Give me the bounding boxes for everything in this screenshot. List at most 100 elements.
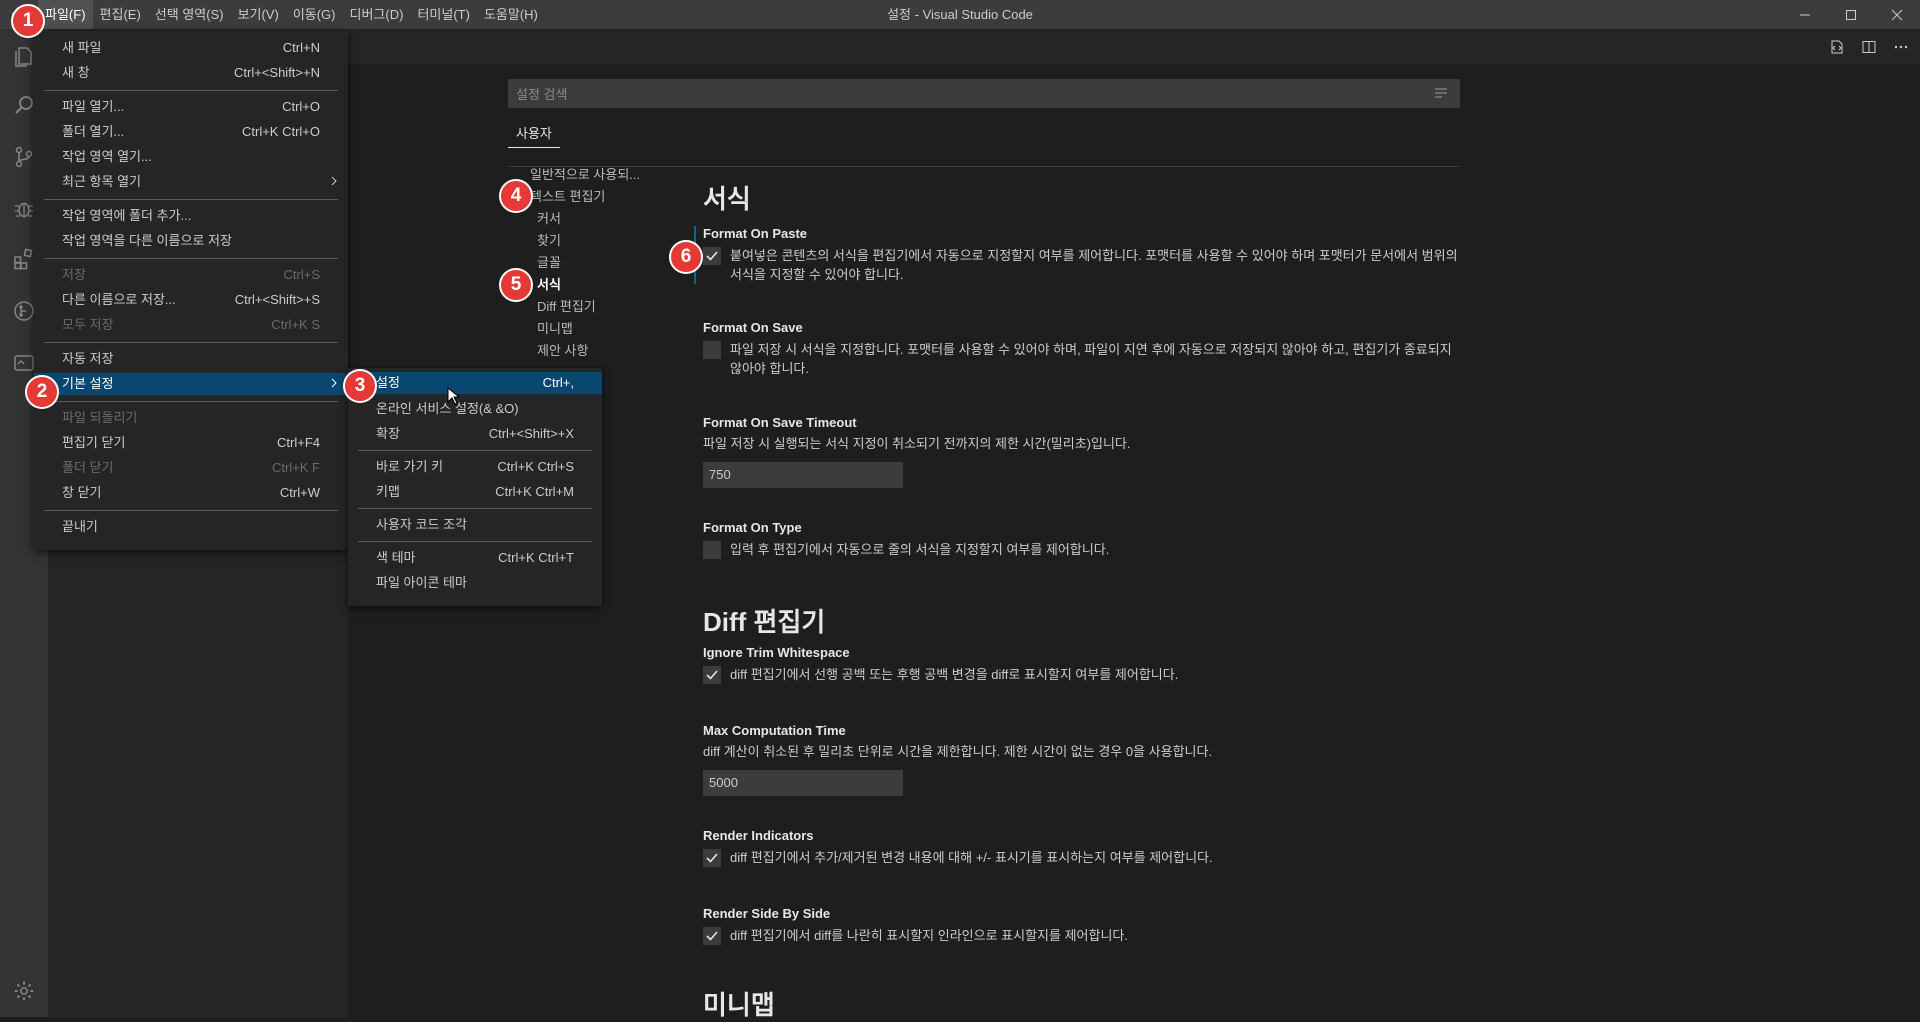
menu-separator <box>44 258 338 259</box>
menu-item-user-snippets[interactable]: 사용자 코드 조각 <box>348 514 602 536</box>
setting-name: Ignore Trim Whitespace <box>703 645 850 660</box>
menu-separator <box>44 342 338 343</box>
checkbox[interactable] <box>703 849 721 867</box>
section-title-minimap: 미니맵 <box>703 990 775 1020</box>
menu-selection[interactable]: 선택 영역(S) <box>148 0 231 29</box>
timeout-input[interactable]: 750 <box>703 462 903 488</box>
menu-item-extensions[interactable]: 확장 Ctrl+<Shift>+X <box>348 423 602 445</box>
menu-item-open-folder[interactable]: 폴더 열기... Ctrl+K Ctrl+O <box>34 121 348 143</box>
filter-icon[interactable] <box>1434 87 1448 102</box>
menu-item-save-workspace-as[interactable]: 작업 영역을 다른 이름으로 저장 <box>34 230 348 252</box>
open-settings-json-icon[interactable] <box>1828 38 1846 56</box>
menu-item-save-all[interactable]: 모두 저장 Ctrl+K S <box>34 314 348 336</box>
menu-item-keyboard-shortcuts[interactable]: 바로 가기 키 Ctrl+K Ctrl+S <box>348 456 602 478</box>
settings-search-input[interactable]: 설정 검색 <box>508 79 1460 108</box>
setting-name: Render Indicators <box>703 828 814 843</box>
menu-item-keymaps[interactable]: 키맵 Ctrl+K Ctrl+M <box>348 481 602 503</box>
menu-item-color-theme[interactable]: 색 테마 Ctrl+K Ctrl+T <box>348 547 602 569</box>
maximize-icon[interactable] <box>1828 0 1874 29</box>
editor-tab-bar <box>348 29 1920 64</box>
toc-font[interactable]: 글꼴 <box>537 254 561 272</box>
setting-name: Format On Save Timeout <box>703 415 857 430</box>
menu-item-close-window[interactable]: 창 닫기 Ctrl+W <box>34 482 348 504</box>
menu-separator <box>44 90 338 91</box>
checkbox[interactable] <box>703 541 721 559</box>
setting-format-on-save: Format On Save 파일 저장 시 서식을 지정합니다. 포맷터를 사… <box>703 320 1460 378</box>
menu-item-online-services-settings[interactable]: 온라인 서비스 설정(& &O) <box>348 398 602 420</box>
menu-item-new-window[interactable]: 새 창 Ctrl+<Shift>+N <box>34 62 348 84</box>
menu-item-add-folder-to-workspace[interactable]: 작업 영역에 폴더 추가... <box>34 205 348 227</box>
setting-description: 파일 저장 시 서식을 지정합니다. 포맷터를 사용할 수 있어야 하며, 파일… <box>730 342 1452 376</box>
setting-name: Format On Save <box>703 320 803 335</box>
split-editor-icon[interactable] <box>1860 38 1878 56</box>
annotation-badge: 2 <box>25 375 59 409</box>
annotation-badge: 3 <box>343 369 377 403</box>
toc-find[interactable]: 찾기 <box>537 232 561 250</box>
setting-name: Format On Paste <box>703 226 808 241</box>
menu-separator <box>358 541 592 542</box>
search-placeholder: 설정 검색 <box>516 87 568 102</box>
menu-item-save[interactable]: 저장 Ctrl+S <box>34 264 348 286</box>
setting-format-on-paste: Format On Paste 붙여넣은 콘텐츠의 서식을 편집기에서 자동으로… <box>703 226 1460 284</box>
menu-item-exit[interactable]: 끝내기 <box>34 516 348 538</box>
chevron-right-icon <box>330 373 338 395</box>
settings-tabs: 사용자 <box>508 120 1460 167</box>
toc-diff-editor[interactable]: Diff 편집기 <box>537 298 596 316</box>
menu-help[interactable]: 도움말(H) <box>477 0 545 29</box>
setting-max-computation-time: Max Computation Time diff 계산이 취소된 후 밀리초 … <box>703 723 1460 796</box>
setting-description: diff 편집기에서 선행 공백 또는 후행 공백 변경을 diff로 표시할지… <box>730 667 1179 682</box>
menu-separator <box>358 508 592 509</box>
menu-item-new-file[interactable]: 새 파일 Ctrl+N <box>34 37 348 59</box>
minimize-icon[interactable] <box>1782 0 1828 29</box>
annotation-badge: 1 <box>11 4 45 38</box>
menu-item-close-folder[interactable]: 폴더 닫기 Ctrl+K F <box>34 457 348 479</box>
setting-description: diff 계산이 취소된 후 밀리초 단위로 시간을 제한합니다. 제한 시간이… <box>703 744 1213 759</box>
menu-item-revert-file[interactable]: 파일 되돌리기 <box>34 407 348 429</box>
toc-cursor[interactable]: 커서 <box>537 210 561 228</box>
setting-format-on-save-timeout: Format On Save Timeout 파일 저장 시 실행되는 서식 지… <box>703 415 1460 488</box>
menu-item-auto-save[interactable]: 자동 저장 <box>34 348 348 370</box>
checkbox[interactable] <box>703 341 721 359</box>
menu-item-save-as[interactable]: 다른 이름으로 저장... Ctrl+<Shift>+S <box>34 289 348 311</box>
checkbox[interactable] <box>703 666 721 684</box>
section-title-diff-editor: Diff 편집기 <box>703 607 826 637</box>
menu-item-preferences[interactable]: 기본 설정 <box>34 373 348 395</box>
preferences-submenu: 설정 Ctrl+, 온라인 서비스 설정(& &O) 확장 Ctrl+<Shift>… <box>348 368 602 606</box>
toc-text-editor[interactable]: 텍스트 편집기 <box>530 188 605 206</box>
menu-edit[interactable]: 편집(E) <box>93 0 148 29</box>
menu-item-open-recent[interactable]: 최근 항목 열기 <box>34 171 348 193</box>
gear-icon[interactable] <box>0 967 48 1015</box>
setting-ignore-trim-whitespace: Ignore Trim Whitespace diff 편집기에서 선행 공백 … <box>703 645 1460 684</box>
toc-commonly-used[interactable]: 일반적으로 사용되... <box>530 166 640 184</box>
setting-description: 입력 후 편집기에서 자동으로 줄의 서식을 지정할지 여부를 제어합니다. <box>730 542 1110 557</box>
menu-separator <box>358 450 592 451</box>
menu-item-file-icon-theme[interactable]: 파일 아이콘 테마 <box>348 572 602 594</box>
setting-name: Format On Type <box>703 520 802 535</box>
annotation-badge: 5 <box>499 268 533 302</box>
close-icon[interactable] <box>1874 0 1920 29</box>
setting-description: diff 편집기에서 추가/제거된 변경 내용에 대해 +/- 표시기를 표시하… <box>730 850 1213 865</box>
more-actions-icon[interactable] <box>1892 38 1910 56</box>
setting-name: Render Side By Side <box>703 906 831 921</box>
file-menu: 새 파일 Ctrl+N 새 창 Ctrl+<Shift>+N 파일 열기... Ctr… <box>34 31 348 550</box>
toc-minimap[interactable]: 미니맵 <box>537 320 573 338</box>
tab-user[interactable]: 사용자 <box>508 120 560 148</box>
max-computation-time-input[interactable]: 5000 <box>703 770 903 796</box>
menu-terminal[interactable]: 터미널(T) <box>410 0 476 29</box>
section-title-formatting: 서식 <box>703 184 751 214</box>
setting-render-indicators: Render Indicators diff 편집기에서 추가/제거된 변경 내… <box>703 828 1460 867</box>
checkbox[interactable] <box>703 927 721 945</box>
toc-suggestions[interactable]: 제안 사항 <box>537 342 588 360</box>
menu-item-open-file[interactable]: 파일 열기... Ctrl+O <box>34 96 348 118</box>
menu-item-open-workspace[interactable]: 작업 영역 열기... <box>34 146 348 168</box>
menu-debug[interactable]: 디버그(D) <box>343 0 411 29</box>
menu-file[interactable]: 파일(F) <box>38 0 93 29</box>
checkbox[interactable] <box>703 247 721 265</box>
menu-item-settings[interactable]: 설정 Ctrl+, <box>348 372 602 394</box>
setting-name: Max Computation Time <box>703 723 846 738</box>
toc-formatting[interactable]: 서식 <box>537 276 561 294</box>
menu-item-close-editor[interactable]: 편집기 닫기 Ctrl+F4 <box>34 432 348 454</box>
mouse-pointer-icon <box>447 386 461 408</box>
menu-view[interactable]: 보기(V) <box>231 0 286 29</box>
menu-go[interactable]: 이동(G) <box>286 0 343 29</box>
